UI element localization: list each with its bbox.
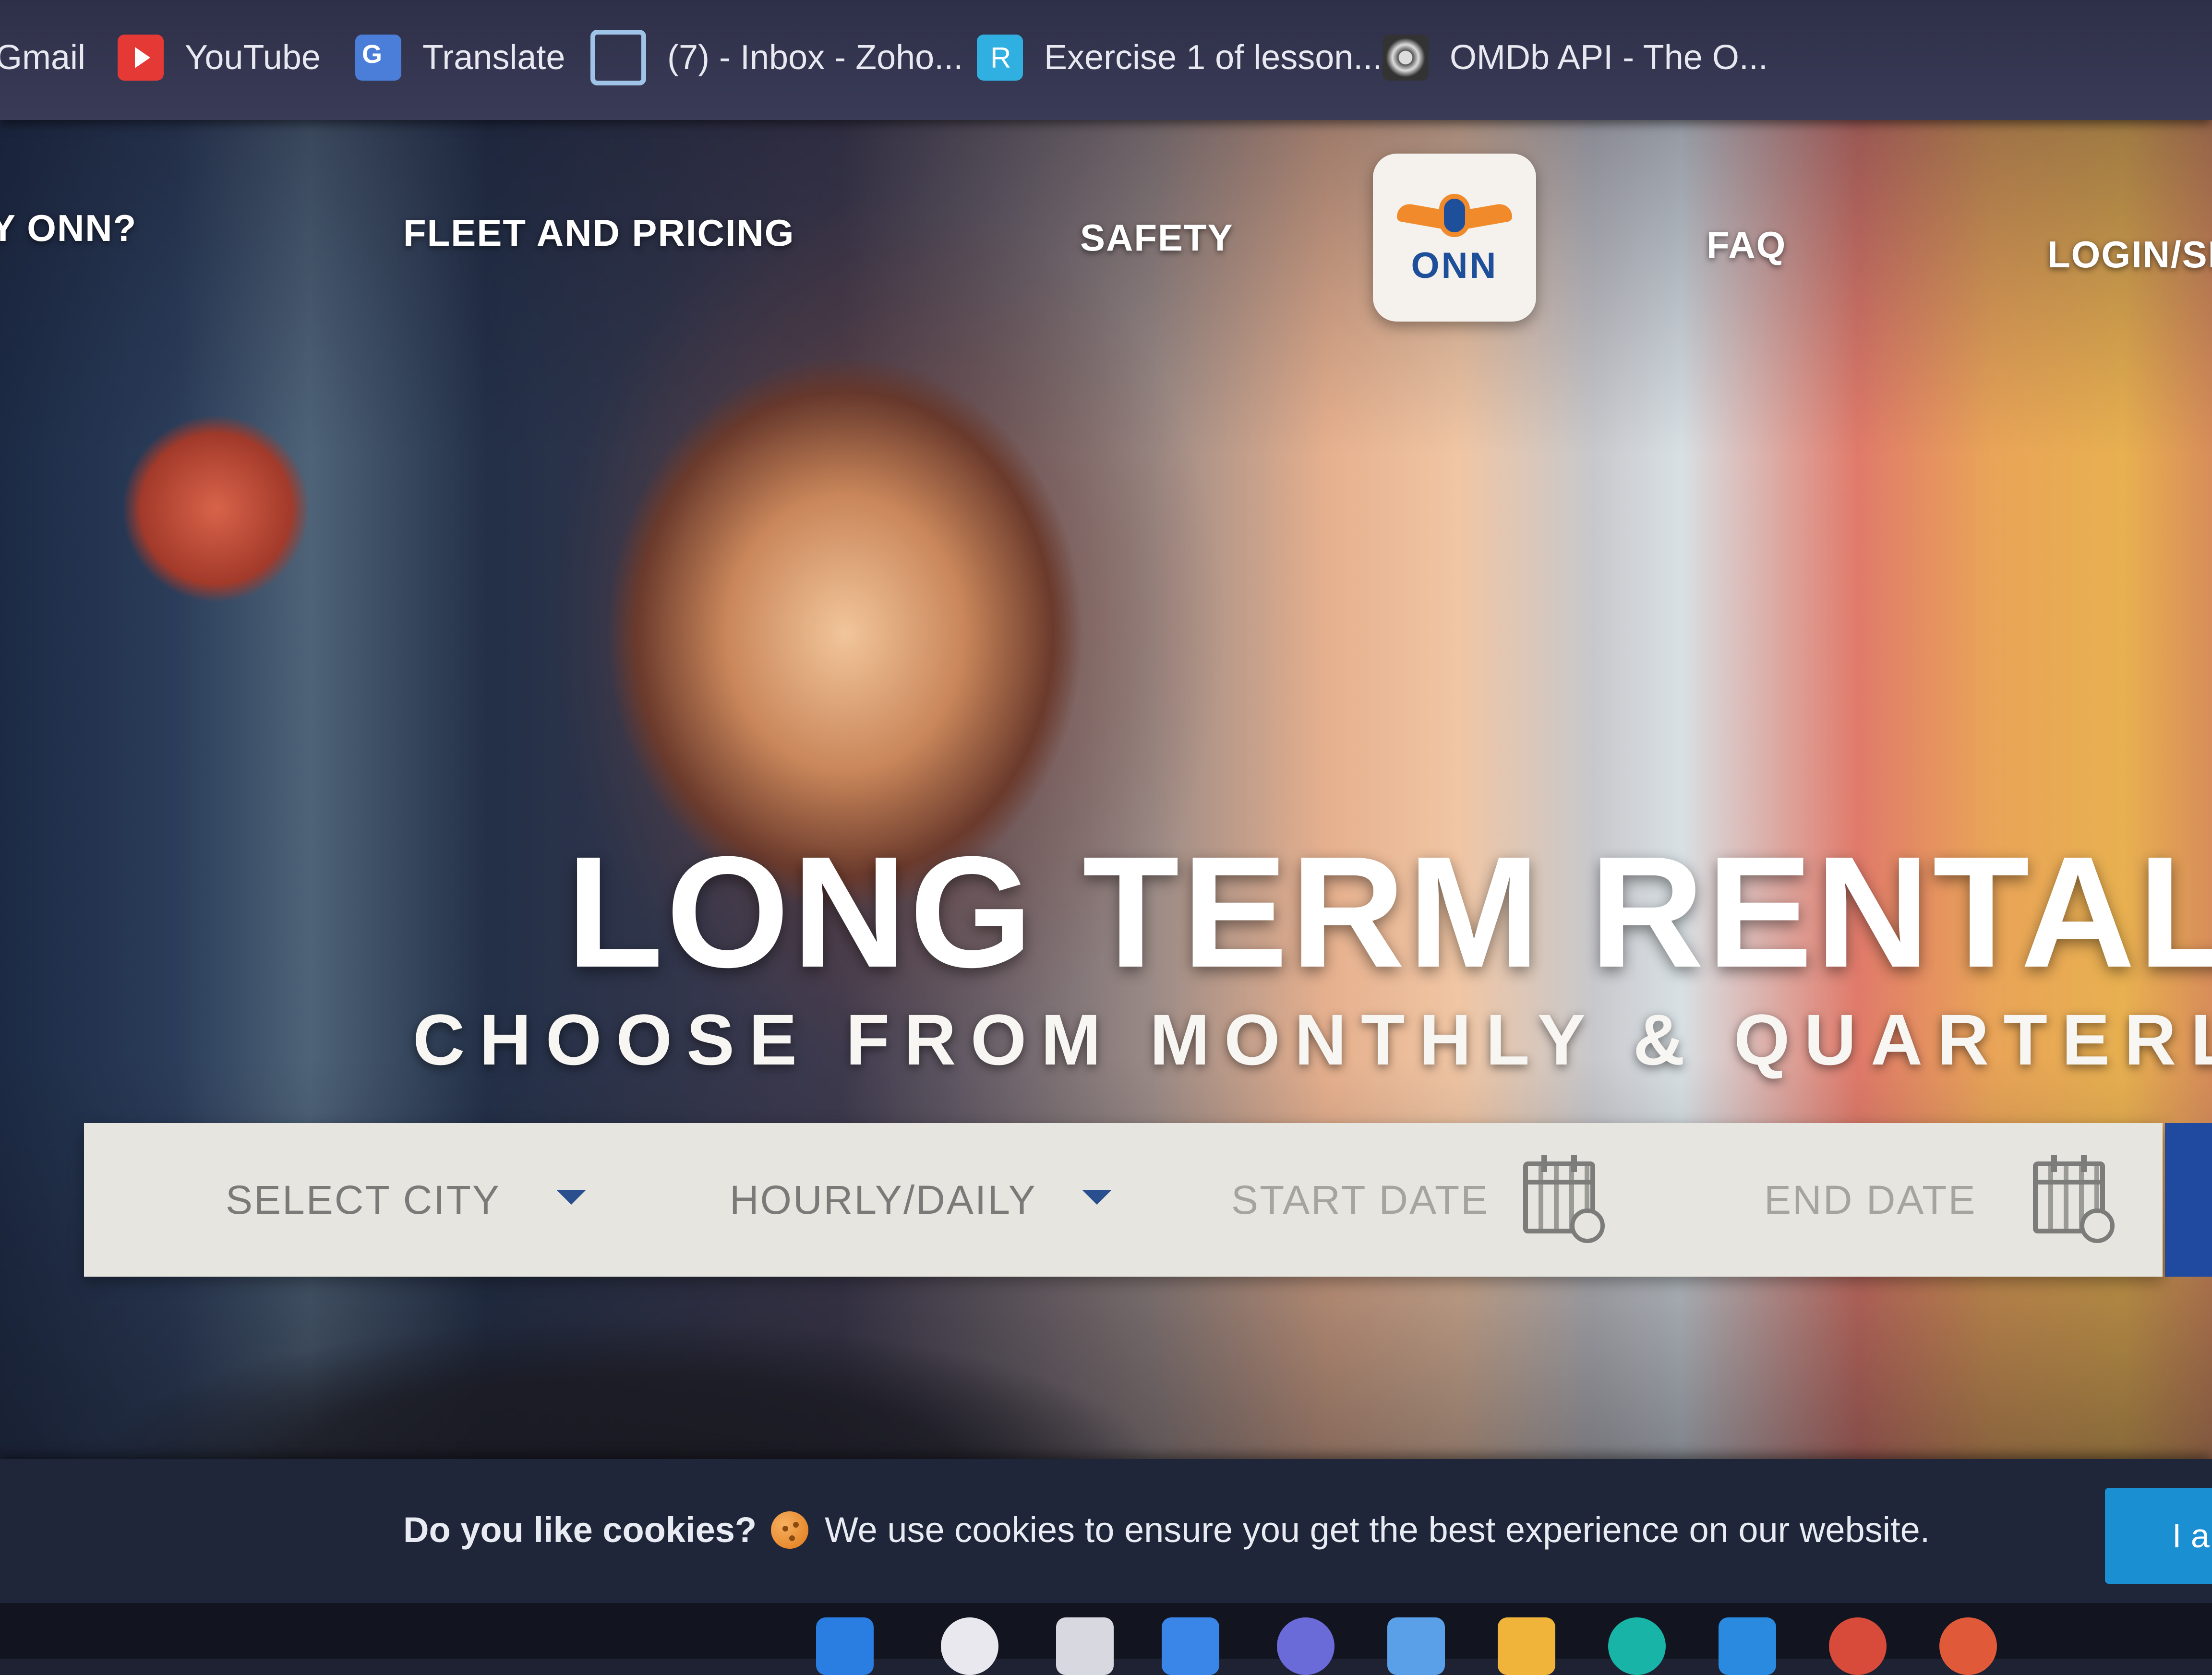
- bookmark-label: OMDb API - The O...: [1450, 38, 1768, 77]
- bookmark-label: Exercise 1 of lesson...: [1044, 38, 1382, 77]
- file-explorer-icon[interactable]: [1498, 1617, 1555, 1675]
- store-icon[interactable]: [1387, 1617, 1445, 1675]
- cookie-body: We use cookies to ensure you get the bes…: [825, 1510, 1930, 1550]
- bookmark-label: YouTube: [185, 38, 321, 77]
- cookie-accept-label: I a: [2172, 1517, 2210, 1555]
- clock-icon: [1570, 1208, 1605, 1243]
- bookmark-label: (7) - Inbox - Zoho...: [667, 38, 963, 77]
- exercise-icon: [977, 35, 1023, 81]
- nav-fleet-and-pricing[interactable]: FLEET AND PRICING: [403, 211, 794, 255]
- nav-faq[interactable]: FAQ: [1707, 223, 1786, 267]
- translate-icon: [355, 35, 401, 81]
- os-taskbar: [0, 1603, 2212, 1675]
- start-menu-icon[interactable]: [816, 1617, 874, 1675]
- edge-browser-icon[interactable]: [1608, 1617, 1666, 1675]
- cookie-accept-button[interactable]: I a: [2105, 1488, 2212, 1584]
- widgets-icon[interactable]: [1162, 1617, 1219, 1675]
- hero-subheadline: CHOOSE FROM MONTHLY & QUARTERLY PLA: [413, 999, 2212, 1080]
- search-submit-edge[interactable]: [2165, 1123, 2212, 1277]
- vscode-icon[interactable]: [1719, 1617, 1776, 1675]
- start-date-calendar-icon[interactable]: [1523, 1155, 1605, 1243]
- nav-login-signup[interactable]: LOGIN/SI: [2047, 233, 2212, 276]
- bookmark-zoho-inbox[interactable]: (7) - Inbox - Zoho...: [590, 29, 963, 86]
- cookie-message: Do you like cookies? We use cookies to e…: [403, 1509, 1930, 1550]
- start-date-input[interactable]: START DATE: [1231, 1123, 1489, 1277]
- end-date-input[interactable]: END DATE: [1764, 1123, 1976, 1277]
- nav-why-onn[interactable]: Y ONN?: [0, 206, 137, 250]
- chat-icon[interactable]: [1277, 1617, 1334, 1675]
- bookmark-translate[interactable]: Translate: [355, 29, 565, 86]
- task-view-icon[interactable]: [1056, 1617, 1114, 1675]
- logo-mark-icon: [1439, 194, 1470, 237]
- clock-icon: [2080, 1208, 2115, 1243]
- bookmark-omdb[interactable]: OMDb API - The O...: [1382, 29, 1768, 86]
- cookie-title: Do you like cookies?: [403, 1510, 757, 1550]
- chrome-profile-icon[interactable]: [1939, 1617, 1997, 1675]
- select-city-dropdown[interactable]: SELECT CITY: [226, 1123, 501, 1277]
- zoho-icon: [590, 30, 646, 85]
- bookmark-label: Translate: [422, 38, 565, 77]
- omdb-icon: [1382, 35, 1429, 81]
- bookmarks-bar: Gmail YouTube Translate (7) - Inbox - Zo…: [0, 0, 2212, 120]
- end-date-calendar-icon[interactable]: [2033, 1155, 2115, 1243]
- booking-search-bar: SELECT CITY HOURLY/DAILY START DATE END …: [84, 1123, 2163, 1277]
- logo-text: ONN: [1411, 245, 1498, 286]
- nav-safety[interactable]: SAFETY: [1080, 216, 1234, 260]
- youtube-icon: [118, 35, 164, 81]
- bookmark-label: Gmail: [0, 38, 86, 77]
- hero-section: Y ONN? FLEET AND PRICING SAFETY ONN FAQ …: [0, 120, 2212, 1459]
- bookmark-gmail[interactable]: Gmail: [0, 29, 85, 86]
- search-icon[interactable]: [941, 1617, 998, 1675]
- cookie-consent-bar: Do you like cookies? We use cookies to e…: [0, 1459, 2212, 1603]
- bookmark-youtube[interactable]: YouTube: [118, 29, 321, 86]
- rental-mode-dropdown[interactable]: HOURLY/DAILY: [730, 1123, 1037, 1277]
- chrome-icon[interactable]: [1829, 1617, 1887, 1675]
- start-date-placeholder: START DATE: [1231, 1177, 1490, 1222]
- onn-logo[interactable]: ONN: [1373, 154, 1536, 322]
- select-city-label: SELECT CITY: [226, 1177, 501, 1222]
- mode-chevron-down-icon[interactable]: [1082, 1190, 1111, 1205]
- bookmark-exercise[interactable]: Exercise 1 of lesson...: [977, 29, 1382, 86]
- rental-mode-label: HOURLY/DAILY: [730, 1177, 1037, 1222]
- hero-headline: LONG TERM RENTALS: [566, 823, 2212, 1000]
- city-chevron-down-icon[interactable]: [557, 1190, 586, 1205]
- end-date-placeholder: END DATE: [1764, 1177, 1977, 1222]
- hero-lower-shadow: [0, 1272, 1440, 1459]
- cookie-icon: [771, 1511, 809, 1549]
